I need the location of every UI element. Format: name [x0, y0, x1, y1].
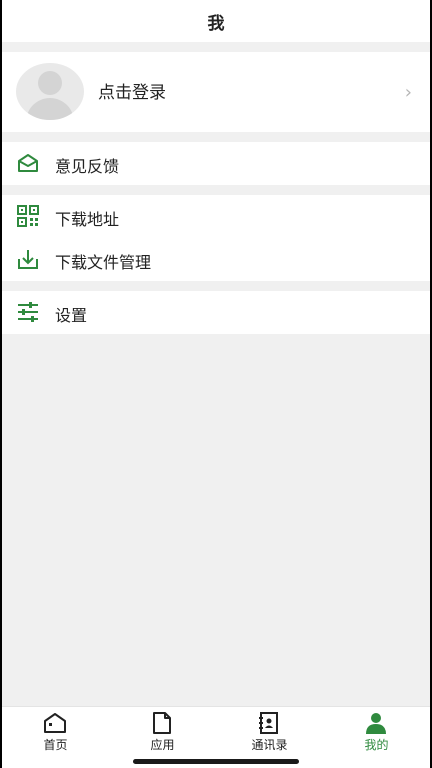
tab-label: 通讯录	[251, 738, 288, 752]
feedback-group: 意见反馈	[2, 142, 430, 185]
contacts-book-icon	[259, 712, 278, 734]
envelope-open-icon	[18, 154, 38, 172]
menu-item-label: 设置	[55, 306, 88, 325]
login-label: 点击登录	[98, 83, 166, 103]
tab-label: 我的	[364, 738, 389, 752]
tab-label: 首页	[43, 738, 68, 752]
tab-me[interactable]: 我的	[323, 707, 430, 757]
sliders-icon	[18, 302, 38, 322]
tab-contacts[interactable]: 通讯录	[216, 707, 323, 757]
avatar	[16, 63, 84, 120]
avatar-body	[26, 98, 74, 120]
login-row[interactable]: 点击登录 ›	[2, 52, 430, 132]
home-indicator	[133, 759, 299, 764]
page-title: 我	[207, 13, 225, 34]
menu-item-label: 下载地址	[55, 210, 120, 229]
top-bar: 我	[2, 0, 430, 42]
menu-item-label: 意见反馈	[55, 157, 120, 176]
tab-apps[interactable]: 应用	[109, 707, 216, 757]
menu-item-download-files[interactable]: 下载文件管理	[2, 238, 430, 281]
menu-item-settings[interactable]: 设置	[2, 291, 430, 334]
tab-label: 应用	[150, 738, 175, 752]
document-icon	[153, 712, 171, 734]
menu-item-label: 下载文件管理	[55, 253, 152, 272]
menu-item-feedback[interactable]: 意见反馈	[2, 142, 430, 185]
screen: 我 点击登录 › 意见反馈 下载地址 下载文件管理 设置 首页 应用 通讯录 我…	[2, 0, 430, 768]
download-group: 下载地址 下载文件管理	[2, 195, 430, 281]
home-icon	[44, 713, 66, 733]
person-icon	[366, 713, 386, 734]
avatar-head	[38, 71, 62, 95]
chevron-right-icon: ›	[404, 82, 412, 103]
settings-group: 设置	[2, 291, 430, 334]
menu-item-download-address[interactable]: 下载地址	[2, 195, 430, 238]
download-tray-icon	[18, 250, 38, 269]
qr-code-icon	[17, 205, 39, 227]
tab-home[interactable]: 首页	[2, 707, 109, 757]
